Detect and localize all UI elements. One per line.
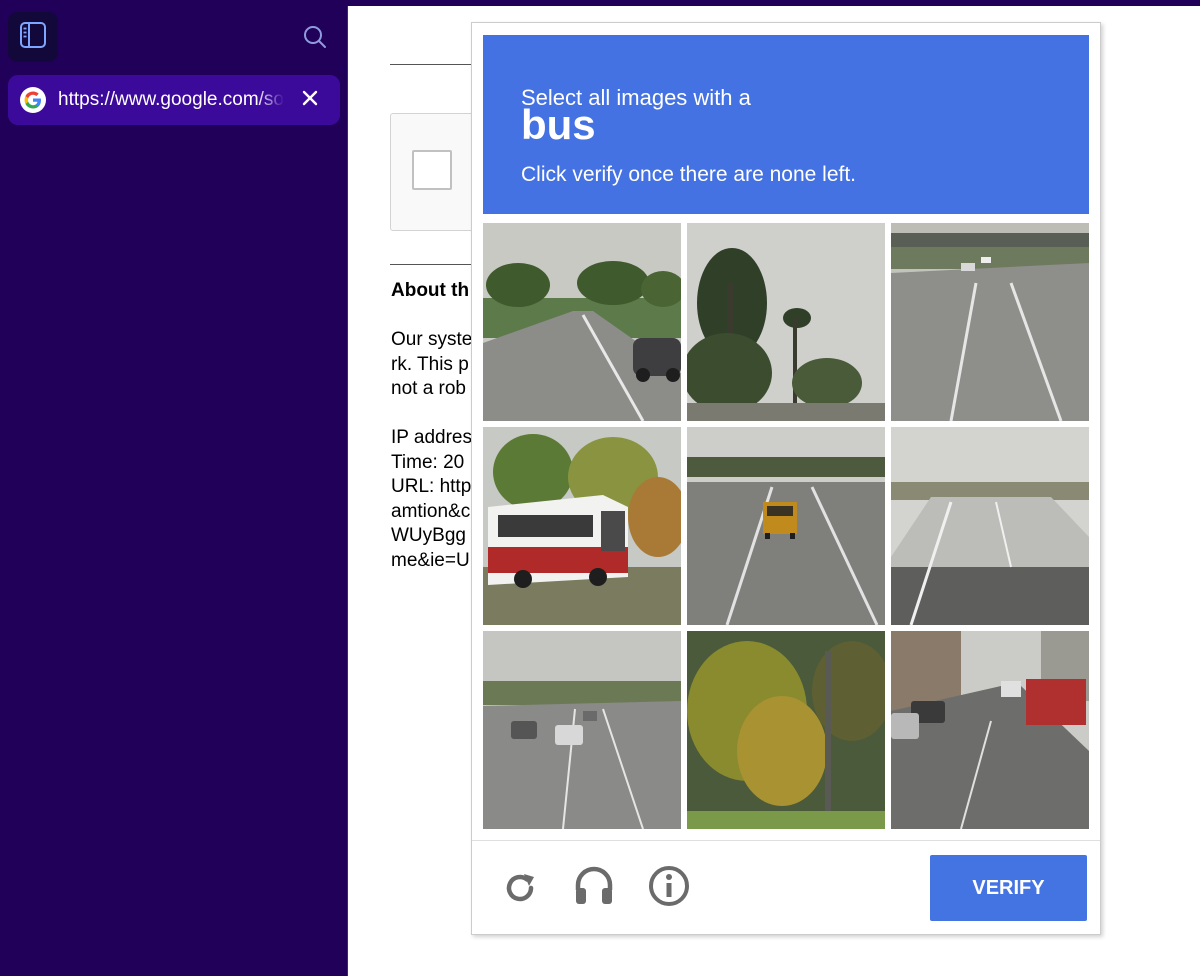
info-button[interactable] (647, 864, 691, 913)
info-line: Time: 20 (391, 451, 465, 473)
captcha-tile[interactable] (687, 223, 885, 421)
about-heading: About th (391, 280, 470, 301)
tile-image-street-truck (891, 631, 1089, 829)
tile-image-palm-trees (687, 223, 885, 421)
tile-image-highway-traffic (483, 631, 681, 829)
captcha-tile[interactable] (687, 427, 885, 625)
reload-button[interactable] (498, 868, 542, 912)
google-g-icon (20, 87, 46, 113)
captcha-tile[interactable] (483, 631, 681, 829)
footer-divider (472, 840, 1100, 841)
tile-image-yellow-bus (687, 427, 885, 625)
info-line: WUyBgg (391, 525, 466, 546)
reload-icon (500, 868, 540, 913)
tile-image-empty-road (891, 427, 1089, 625)
verify-button[interactable]: VERIFY (930, 855, 1087, 921)
captcha-tile[interactable] (891, 427, 1089, 625)
sidebar: https://www.google.com/sorry/index (0, 0, 348, 976)
recaptcha-checkbox[interactable] (412, 150, 452, 190)
sidebar-toggle-button[interactable] (8, 12, 58, 62)
info-line: IP addres (391, 427, 472, 448)
tile-image-autumn-trees (687, 631, 885, 829)
close-icon (302, 90, 318, 111)
headphones-icon (572, 864, 616, 913)
top-bar (347, 0, 1200, 6)
tile-image-bus (483, 427, 681, 625)
divider (390, 64, 480, 65)
audio-challenge-button[interactable] (572, 866, 616, 910)
captcha-tile[interactable] (687, 631, 885, 829)
info-line: amtion&c (391, 500, 471, 522)
body-line: not a rob (391, 378, 466, 399)
tab-google[interactable]: https://www.google.com/sorry/index (8, 75, 340, 125)
tile-image-highway-overpass (891, 223, 1089, 421)
captcha-tile[interactable] (891, 223, 1089, 421)
search-icon (302, 24, 328, 55)
recaptcha-challenge: Select all images with a bus Click verif… (471, 22, 1101, 935)
challenge-target: bus (521, 101, 596, 148)
sidebar-panel-icon (18, 20, 48, 55)
challenge-header: Select all images with a bus Click verif… (483, 35, 1089, 214)
page-body-text: Our syste rk. This p not a rob IP addres… (391, 328, 472, 573)
captcha-tile[interactable] (483, 223, 681, 421)
info-icon (647, 864, 691, 913)
info-line: URL: http (391, 476, 472, 497)
info-line: me&ie=U (391, 549, 470, 571)
tab-close-button[interactable] (298, 88, 322, 112)
captcha-tile[interactable] (483, 427, 681, 625)
tile-image-road-trees (483, 223, 681, 421)
challenge-subtext: Click verify once there are none left. (521, 163, 856, 186)
body-line: Our syste (391, 329, 473, 350)
body-line: rk. This p (391, 353, 469, 375)
search-button[interactable] (300, 24, 330, 54)
tab-url: https://www.google.com/sorry/index (58, 89, 284, 110)
divider (390, 264, 480, 265)
captcha-tile[interactable] (891, 631, 1089, 829)
